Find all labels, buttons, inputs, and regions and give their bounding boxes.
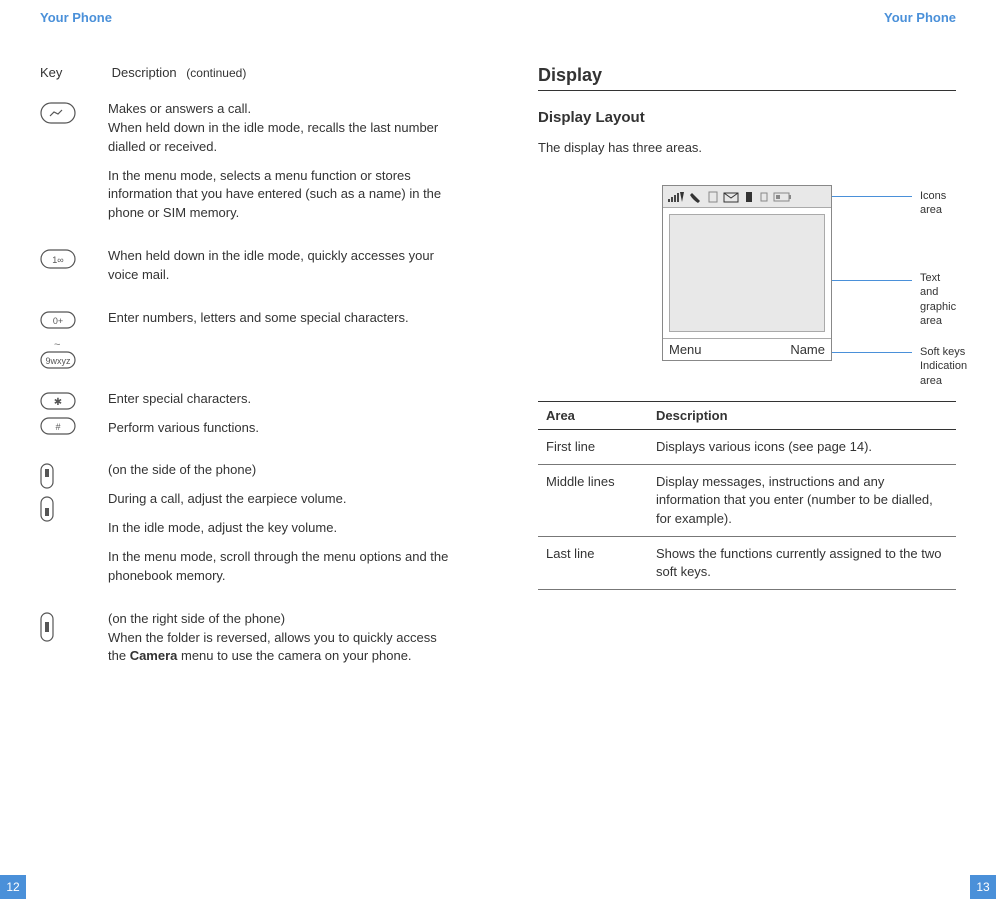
softkeys-bar: Menu Name xyxy=(663,338,831,360)
th-desc: Description xyxy=(112,65,177,80)
key-table-header: Key Description (continued) xyxy=(40,65,458,80)
key-desc-text: Enter special characters. xyxy=(108,390,458,409)
area-th-desc: Description xyxy=(648,402,956,430)
display-diagram: Menu Name Icons area Text and graphic ar… xyxy=(538,185,956,361)
svg-text:#: # xyxy=(55,422,60,432)
table-row: Last line Shows the functions currently … xyxy=(538,536,956,589)
key-desc-text: During a call, adjust the earpiece volum… xyxy=(108,490,458,509)
area-table: Area Description First line Displays var… xyxy=(538,401,956,590)
svg-text:1∞: 1∞ xyxy=(52,255,63,265)
key-row: 0+ ~ 9wxyz Enter numbers, letters and so… xyxy=(40,309,458,376)
th-continued: (continued) xyxy=(186,66,246,80)
camera-side-key-icon xyxy=(40,612,108,645)
subsection-title: Display Layout xyxy=(538,109,956,126)
section-title: Display xyxy=(538,65,956,91)
desc-cell: Display messages, instructions and any i… xyxy=(648,465,956,537)
star-key-icon: ✱ xyxy=(40,392,108,413)
key-desc-text: In the idle mode, adjust the key volume. xyxy=(108,519,458,538)
alarm-icon xyxy=(759,190,769,204)
key-desc-text: In the menu mode, scroll through the men… xyxy=(108,548,458,586)
key-row: (on the right side of the phone)When the… xyxy=(40,610,458,677)
callout-soft: Soft keys Indication area xyxy=(920,345,967,388)
page-number-right: 13 xyxy=(970,875,996,899)
callout-text: Text and graphic area xyxy=(920,271,956,328)
th-key: Key xyxy=(40,65,108,80)
softkey-left: Menu xyxy=(669,342,702,357)
page-header-left: Your Phone xyxy=(40,10,458,25)
call-icon xyxy=(689,190,703,204)
vibrate-icon xyxy=(743,190,755,204)
key-desc-text: In the menu mode, selects a menu functio… xyxy=(108,167,458,224)
svg-text:9wxyz: 9wxyz xyxy=(45,356,71,366)
callout-icons: Icons area xyxy=(920,189,946,218)
page-right: Your Phone Display Display Layout The di… xyxy=(498,0,996,909)
one-key-icon: 1∞ xyxy=(40,249,108,272)
page-header-right: Your Phone xyxy=(538,10,956,25)
key-desc-text: (on the side of the phone) xyxy=(108,461,458,480)
hash-key-icon: # xyxy=(40,417,108,438)
softkey-right: Name xyxy=(790,342,825,357)
key-row: (on the side of the phone) During a call… xyxy=(40,461,458,595)
key-desc-text: When held down in the idle mode, quickly… xyxy=(108,247,458,285)
desc-cell: Displays various icons (see page 14). xyxy=(648,430,956,465)
envelope-icon xyxy=(723,190,739,204)
svg-text:0+: 0+ xyxy=(53,316,63,326)
doc-icon xyxy=(707,190,719,204)
signal-icon xyxy=(667,190,685,204)
graphic-area xyxy=(663,208,831,338)
tilde-icon: ~ xyxy=(54,339,60,351)
area-cell: Last line xyxy=(538,536,648,589)
key-desc-text: Perform various functions. xyxy=(108,419,458,438)
key-row: ✱ # Enter special characters. Perform va… xyxy=(40,390,458,448)
key-row: 1∞ When held down in the idle mode, quic… xyxy=(40,247,458,295)
icons-bar xyxy=(663,186,831,208)
phone-display-mock: Menu Name xyxy=(662,185,832,361)
key-desc-text: Makes or answers a call. When held down … xyxy=(108,100,458,157)
send-key-icon xyxy=(40,102,108,127)
page-left: Your Phone Key Description (continued) M… xyxy=(0,0,498,909)
key-row: Makes or answers a call. When held down … xyxy=(40,100,458,233)
area-th-area: Area xyxy=(538,402,648,430)
battery-icon xyxy=(773,190,793,204)
key-desc-text: (on the right side of the phone)When the… xyxy=(108,610,458,667)
page-number-left: 12 xyxy=(0,875,26,899)
nine-key-icon: 9wxyz xyxy=(40,351,108,372)
table-row: Middle lines Display messages, instructi… xyxy=(538,465,956,537)
area-cell: First line xyxy=(538,430,648,465)
intro-text: The display has three areas. xyxy=(538,140,956,155)
table-row: First line Displays various icons (see p… xyxy=(538,430,956,465)
key-desc-text: Enter numbers, letters and some special … xyxy=(108,309,458,328)
desc-cell: Shows the functions currently assigned t… xyxy=(648,536,956,589)
volume-up-key-icon xyxy=(40,463,108,492)
svg-text:✱: ✱ xyxy=(54,397,62,408)
zero-key-icon: 0+ xyxy=(40,311,108,332)
area-cell: Middle lines xyxy=(538,465,648,537)
volume-down-key-icon xyxy=(40,496,108,525)
